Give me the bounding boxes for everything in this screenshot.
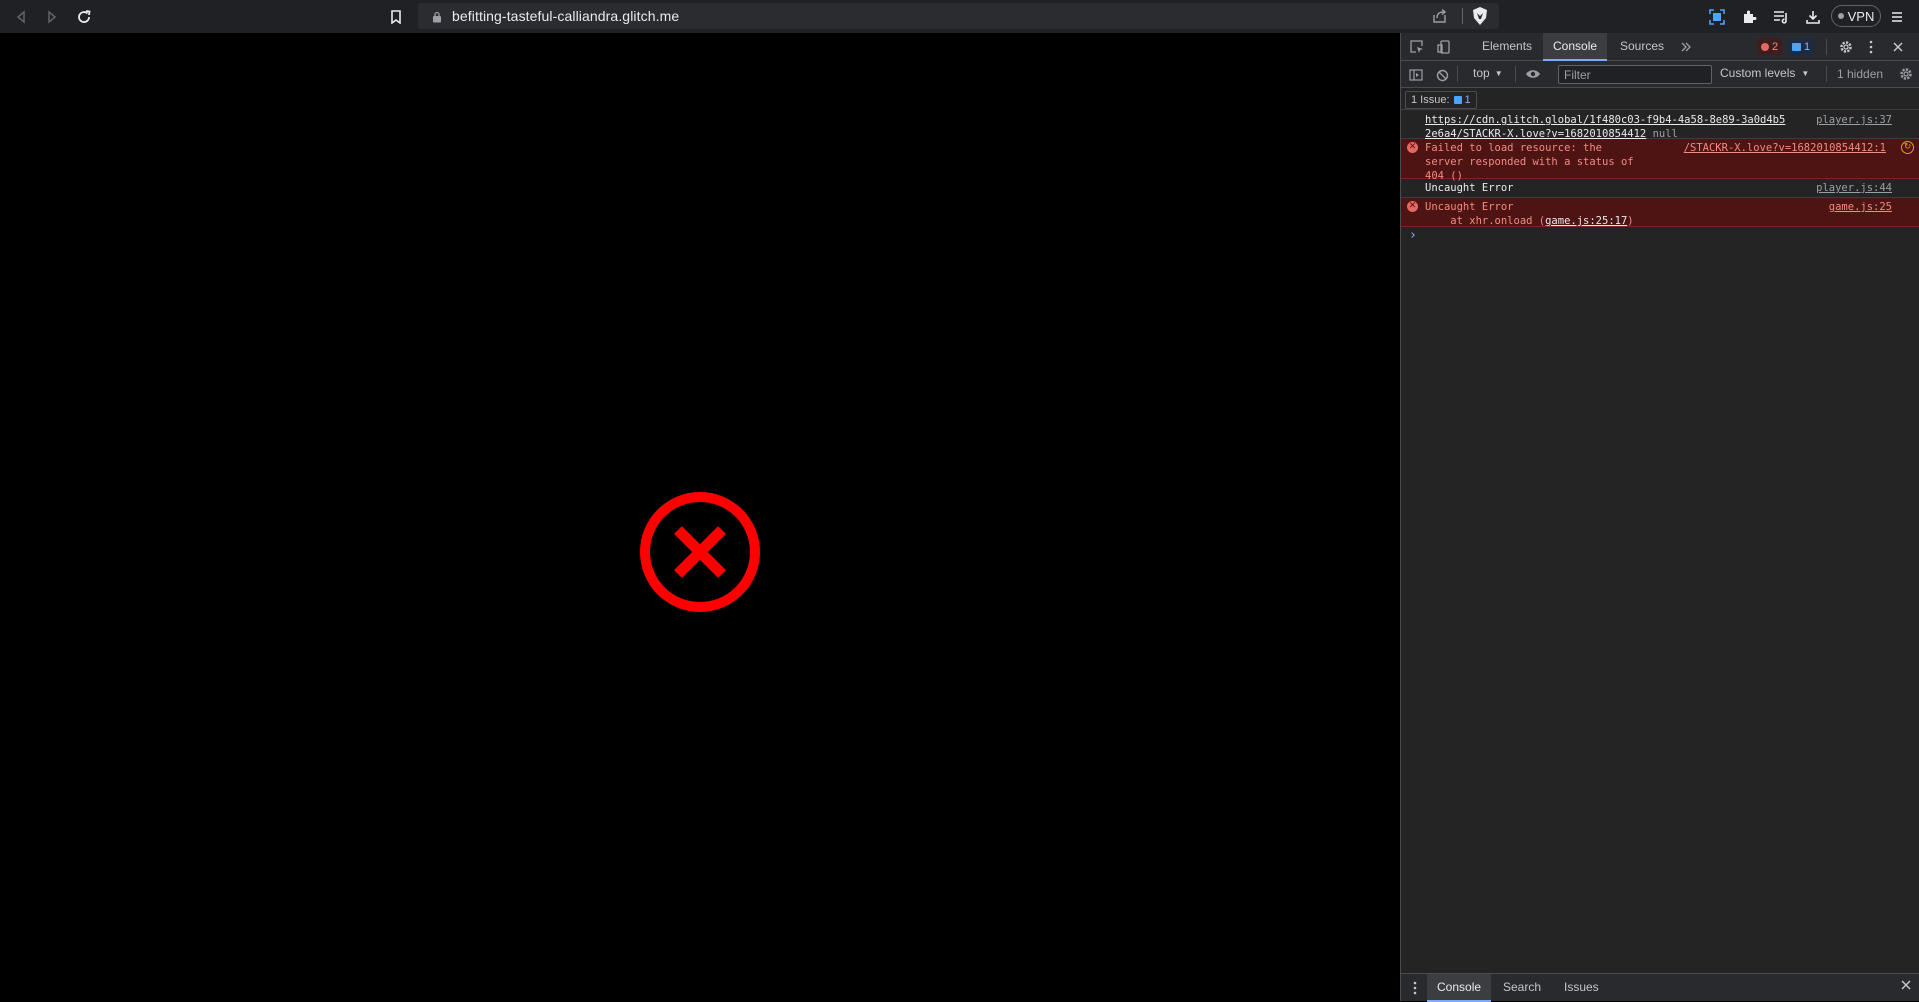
devtools-tabbar: Elements Console Sources 2 1 — [1401, 33, 1919, 61]
extensions-icon[interactable] — [1736, 4, 1762, 30]
more-tabs-chevron-icon[interactable] — [1677, 38, 1695, 56]
log-levels-dropdown[interactable]: Custom levels ▼ — [1720, 66, 1809, 80]
drawer-tab-issues[interactable]: Issues — [1554, 974, 1609, 1001]
issue-count-badge[interactable]: 1 — [1788, 38, 1815, 55]
issues-bar: 1 Issue: 1 — [1401, 88, 1919, 110]
issues-indicator-count: 1 — [1464, 94, 1471, 106]
issues-indicator: 1 — [1453, 94, 1471, 106]
prompt-chevron-icon: › — [1409, 228, 1417, 243]
tab-sources[interactable]: Sources — [1610, 33, 1674, 60]
message-source-link[interactable]: player.js:44 — [1816, 181, 1892, 195]
devtools-panel: Elements Console Sources 2 1 top ▼ Filte… — [1400, 33, 1919, 1002]
issue-message-icon — [1453, 96, 1462, 104]
error-badge-icon — [1761, 42, 1769, 51]
error-icon: ✕ — [1407, 201, 1418, 212]
live-expression-eye-icon[interactable] — [1524, 65, 1542, 83]
bookmark-icon[interactable] — [383, 4, 409, 30]
message-source-link[interactable]: game.js:25 — [1829, 200, 1892, 214]
address-bar[interactable]: befitting-tasteful-calliandra.glitch.me — [418, 3, 1499, 29]
dropdown-arrow-icon: ▼ — [1494, 68, 1503, 78]
drawer-menu-icon[interactable] — [1406, 979, 1424, 997]
drawer-tab-console[interactable]: Console — [1427, 974, 1492, 1002]
context-label: top — [1473, 66, 1490, 80]
issues-label: 1 Issue: — [1411, 94, 1450, 106]
error-count: 2 — [1772, 40, 1779, 53]
clear-console-icon[interactable] — [1433, 66, 1451, 84]
message-source-link[interactable]: player.js:37 — [1816, 113, 1892, 127]
stack-trace-suffix: ) — [1627, 215, 1634, 227]
tab-elements[interactable]: Elements — [1472, 33, 1542, 60]
back-icon[interactable] — [8, 4, 34, 30]
browser-toolbar: befitting-tasteful-calliandra.glitch.me … — [0, 0, 1919, 33]
screenshot-icon[interactable] — [1704, 4, 1730, 30]
share-icon[interactable] — [1431, 7, 1449, 30]
console-prompt[interactable]: › — [1401, 227, 1919, 245]
console-settings-gear-icon[interactable] — [1897, 65, 1915, 83]
stack-trace-prefix: at xhr.onload ( — [1425, 215, 1546, 227]
console-message-error: ✕ game.js:25 Uncaught Error at xhr.onloa… — [1401, 198, 1919, 227]
levels-label: Custom levels — [1720, 66, 1796, 80]
close-devtools-icon[interactable] — [1889, 38, 1907, 56]
kebab-menu-icon[interactable] — [1862, 38, 1880, 56]
filter-divider — [1457, 66, 1458, 82]
forward-icon[interactable] — [39, 4, 65, 30]
vpn-button[interactable]: VPN — [1831, 5, 1881, 27]
console-message-log: player.js:44 Uncaught Error — [1401, 179, 1919, 198]
error-count-badge[interactable]: 2 — [1757, 38, 1783, 55]
address-bar-divider — [1462, 8, 1463, 24]
hidden-messages-count: 1 hidden — [1837, 67, 1884, 81]
tabbar-divider — [1826, 39, 1827, 55]
issues-link[interactable]: 1 Issue: 1 — [1405, 91, 1477, 109]
vpn-status-icon — [1837, 13, 1844, 19]
drawer-tab-search[interactable]: Search — [1493, 974, 1551, 1001]
filter-input[interactable]: Filter — [1558, 65, 1712, 84]
page-viewport — [0, 33, 1400, 1001]
vpn-label: VPN — [1847, 8, 1875, 24]
inspect-element-icon[interactable] — [1408, 38, 1426, 56]
brave-shields-icon[interactable] — [1471, 6, 1489, 31]
filter-divider — [1515, 66, 1516, 82]
message-source-link[interactable]: /STACKR-X.love?v=1682010854412:1 — [1684, 141, 1886, 155]
network-request-icon[interactable]: ↻ — [1901, 141, 1914, 154]
devtools-drawer: Console Search Issues — [1401, 973, 1919, 1002]
console-message-error: ✕ /STACKR-X.love?v=1682010854412:1 ↻ Fai… — [1401, 139, 1919, 182]
issue-count: 1 — [1804, 40, 1811, 53]
error-message-text: Uncaught Error — [1425, 201, 1514, 213]
error-icon: ✕ — [1407, 142, 1418, 153]
log-url-link[interactable]: https://cdn.glitch.global/1f480c03-f9b4-… — [1425, 114, 1785, 126]
issue-badge-icon — [1792, 42, 1801, 51]
download-icon[interactable] — [1800, 4, 1826, 30]
lock-icon — [432, 10, 442, 28]
stack-trace-link[interactable]: game.js:25:17 — [1545, 215, 1627, 227]
device-toolbar-icon[interactable] — [1435, 38, 1453, 56]
context-selector[interactable]: top ▼ — [1473, 66, 1503, 80]
filter-divider — [1826, 66, 1827, 82]
menu-icon[interactable] — [1884, 4, 1910, 30]
error-circle-x-icon — [640, 492, 760, 612]
tab-console[interactable]: Console — [1543, 33, 1608, 61]
console-messages: player.js:37 https://cdn.glitch.global/1… — [1401, 111, 1919, 245]
settings-gear-icon[interactable] — [1837, 38, 1855, 56]
dropdown-arrow-icon: ▼ — [1801, 68, 1810, 78]
console-message-log: player.js:37 https://cdn.glitch.global/1… — [1401, 111, 1919, 140]
playlist-icon[interactable] — [1768, 4, 1794, 30]
reload-icon[interactable] — [71, 4, 97, 30]
close-drawer-icon[interactable] — [1900, 979, 1912, 994]
url-text[interactable]: befitting-tasteful-calliandra.glitch.me — [452, 8, 679, 24]
sidebar-toggle-icon[interactable] — [1407, 66, 1425, 84]
console-filter-bar: top ▼ Filter Custom levels ▼ 1 hidden — [1401, 61, 1919, 88]
